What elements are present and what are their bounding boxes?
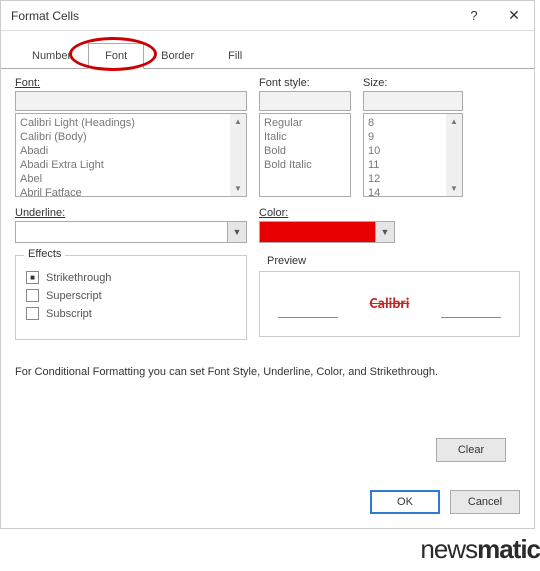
color-label: Color: bbox=[259, 207, 463, 219]
underline-column: Underline: ▼ bbox=[15, 207, 247, 243]
watermark-b: matic bbox=[477, 534, 540, 564]
effects-fieldset: Effects Strikethrough Superscript Subscr… bbox=[15, 255, 247, 340]
checkbox-icon bbox=[26, 271, 39, 284]
checkbox-icon bbox=[26, 289, 39, 302]
font-label: Font: bbox=[15, 77, 247, 89]
checkbox-icon bbox=[26, 307, 39, 320]
row-underline-color: Underline: ▼ Color: ▼ bbox=[15, 207, 520, 243]
cancel-button[interactable]: Cancel bbox=[450, 490, 520, 514]
preview-line bbox=[441, 317, 501, 318]
list-item[interactable]: Italic bbox=[264, 130, 346, 144]
style-column: Font style: Regular Italic Bold Bold Ita… bbox=[259, 77, 351, 197]
list-item[interactable]: Abel bbox=[20, 172, 242, 186]
list-item[interactable]: Calibri Light (Headings) bbox=[20, 116, 242, 130]
preview-column: Preview Calibri bbox=[259, 255, 520, 340]
preview-box: Calibri bbox=[259, 271, 520, 337]
row-font-style-size: Font: Calibri Light (Headings) Calibri (… bbox=[15, 77, 520, 197]
style-items: Regular Italic Bold Bold Italic bbox=[260, 114, 350, 174]
underline-label: Underline: bbox=[15, 207, 247, 219]
underline-combo[interactable]: ▼ bbox=[15, 221, 247, 243]
style-input[interactable] bbox=[259, 91, 351, 111]
list-item[interactable]: Bold bbox=[264, 144, 346, 158]
size-listbox[interactable]: 8 9 10 11 12 14 ▲ ▼ bbox=[363, 113, 463, 197]
tab-fill[interactable]: Fill bbox=[211, 43, 259, 69]
tab-border[interactable]: Border bbox=[144, 43, 211, 69]
chevron-down-icon[interactable]: ▼ bbox=[375, 221, 395, 243]
tab-font[interactable]: Font bbox=[88, 43, 144, 69]
dialog-title: Format Cells bbox=[11, 9, 454, 23]
clear-button[interactable]: Clear bbox=[436, 438, 506, 462]
format-cells-dialog: Format Cells ? ✕ Number Font Border Fill… bbox=[0, 0, 535, 529]
strikethrough-checkbox[interactable]: Strikethrough bbox=[26, 271, 236, 284]
list-item[interactable]: 10 bbox=[368, 144, 458, 158]
size-column: Size: 8 9 10 11 12 14 ▲ ▼ bbox=[363, 77, 463, 197]
scroll-down-icon[interactable]: ▼ bbox=[450, 184, 458, 193]
watermark-a: news bbox=[420, 534, 477, 564]
help-button[interactable]: ? bbox=[454, 8, 494, 23]
effects-legend: Effects bbox=[24, 248, 65, 260]
color-column: Color: ▼ bbox=[259, 207, 463, 243]
list-item[interactable]: 12 bbox=[368, 172, 458, 186]
font-listbox[interactable]: Calibri Light (Headings) Calibri (Body) … bbox=[15, 113, 247, 197]
tab-number[interactable]: Number bbox=[15, 43, 88, 69]
dialog-buttons: OK Cancel bbox=[1, 482, 534, 528]
checkbox-label: Superscript bbox=[46, 290, 102, 302]
superscript-checkbox[interactable]: Superscript bbox=[26, 289, 236, 302]
style-label: Font style: bbox=[259, 77, 351, 89]
list-item[interactable]: 8 bbox=[368, 116, 458, 130]
scroll-up-icon[interactable]: ▲ bbox=[234, 117, 242, 126]
tab-body: Font: Calibri Light (Headings) Calibri (… bbox=[1, 69, 534, 482]
subscript-checkbox[interactable]: Subscript bbox=[26, 307, 236, 320]
list-item[interactable]: 9 bbox=[368, 130, 458, 144]
list-item[interactable]: 11 bbox=[368, 158, 458, 172]
checkbox-label: Subscript bbox=[46, 308, 92, 320]
style-listbox[interactable]: Regular Italic Bold Bold Italic bbox=[259, 113, 351, 197]
row-effects-preview: Effects Strikethrough Superscript Subscr… bbox=[15, 255, 520, 340]
size-label: Size: bbox=[363, 77, 463, 89]
color-swatch bbox=[259, 221, 375, 243]
font-input[interactable] bbox=[15, 91, 247, 111]
watermark: newsmatic bbox=[420, 534, 540, 565]
list-item[interactable]: Regular bbox=[264, 116, 346, 130]
preview-line bbox=[278, 317, 338, 318]
checkbox-label: Strikethrough bbox=[46, 272, 111, 284]
list-item[interactable]: Bold Italic bbox=[264, 158, 346, 172]
size-scrollbar[interactable]: ▲ ▼ bbox=[446, 114, 462, 196]
list-item[interactable]: 14 bbox=[368, 186, 458, 197]
ok-button[interactable]: OK bbox=[370, 490, 440, 514]
preview-label: Preview bbox=[267, 255, 520, 267]
font-column: Font: Calibri Light (Headings) Calibri (… bbox=[15, 77, 247, 197]
list-item[interactable]: Abadi bbox=[20, 144, 242, 158]
underline-value bbox=[15, 221, 227, 243]
info-note: For Conditional Formatting you can set F… bbox=[15, 366, 520, 378]
list-item[interactable]: Calibri (Body) bbox=[20, 130, 242, 144]
titlebar: Format Cells ? ✕ bbox=[1, 1, 534, 31]
size-input[interactable] bbox=[363, 91, 463, 111]
font-items: Calibri Light (Headings) Calibri (Body) … bbox=[16, 114, 246, 197]
close-button[interactable]: ✕ bbox=[494, 7, 534, 24]
preview-text: Calibri bbox=[370, 295, 410, 313]
scroll-down-icon[interactable]: ▼ bbox=[234, 184, 242, 193]
chevron-down-icon[interactable]: ▼ bbox=[227, 221, 247, 243]
list-item[interactable]: Abadi Extra Light bbox=[20, 158, 242, 172]
list-item[interactable]: Abril Fatface bbox=[20, 186, 242, 197]
color-combo[interactable]: ▼ bbox=[259, 221, 395, 243]
font-scrollbar[interactable]: ▲ ▼ bbox=[230, 114, 246, 196]
scroll-up-icon[interactable]: ▲ bbox=[450, 117, 458, 126]
clear-row: Clear bbox=[15, 438, 520, 468]
tab-bar: Number Font Border Fill bbox=[1, 31, 534, 69]
